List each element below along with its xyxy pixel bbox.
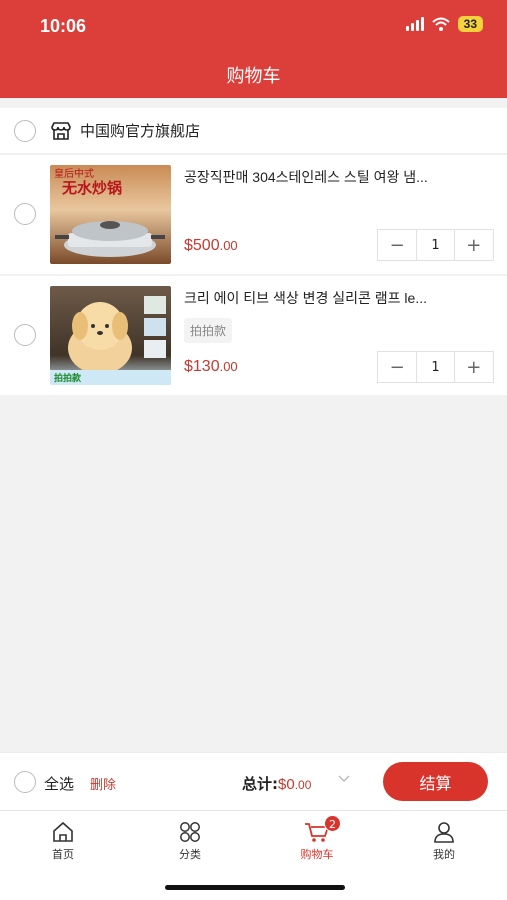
- price-decimal: .00: [219, 359, 238, 374]
- category-icon: [180, 822, 200, 842]
- tab-home[interactable]: 首页: [18, 821, 108, 862]
- shop-select-radio[interactable]: [14, 119, 36, 142]
- checkout-bar: 全选 删除 总计:$0.00 结算: [0, 752, 507, 810]
- increment-button[interactable]: +: [455, 352, 493, 382]
- increment-button[interactable]: +: [455, 230, 493, 260]
- tab-category[interactable]: 分类: [145, 821, 235, 862]
- status-time: 10:06: [40, 16, 87, 36]
- cart-item: 拍拍款 크리 에이 티브 색상 변경 실리콘 램프 le... 拍拍款 $130…: [0, 276, 507, 395]
- price-main: $500: [184, 237, 220, 254]
- decrement-button[interactable]: −: [378, 230, 416, 260]
- total-label: 总计:: [242, 775, 278, 793]
- home-icon: [53, 821, 73, 842]
- shop-name[interactable]: 中国购官方旗舰店: [80, 120, 200, 141]
- item-title[interactable]: 크리 에이 티브 색상 변경 실리콘 램프 le...: [184, 288, 490, 308]
- home-indicator: [165, 885, 345, 890]
- price-decimal: .00: [219, 238, 238, 253]
- quantity-value[interactable]: 1: [416, 352, 455, 382]
- lamp-image: 拍拍款: [50, 296, 171, 385]
- price-main: $130: [184, 358, 220, 375]
- total-summary: 总计:$0.00: [242, 773, 311, 794]
- product-image[interactable]: 皇后中式 无水炒锅: [50, 165, 171, 264]
- tab-label: 分类: [179, 848, 201, 861]
- decrement-button[interactable]: −: [378, 352, 416, 382]
- item-select-radio[interactable]: [14, 324, 36, 346]
- item-select-radio[interactable]: [14, 203, 36, 225]
- variant-tag[interactable]: 拍拍款: [184, 318, 233, 343]
- tab-profile[interactable]: 我的: [399, 821, 489, 862]
- product-image-text-2: 无水炒锅: [61, 179, 122, 197]
- shop-row: 中国购官方旗舰店: [0, 108, 507, 154]
- cart-item: 皇后中式 无水炒锅 공장직판매 304스테인레스 스틸 여왕 냄... $500…: [0, 155, 507, 274]
- app-header: 10:06 33 购物车: [0, 0, 507, 98]
- wifi-icon: [431, 17, 450, 31]
- battery-indicator: 33: [457, 16, 483, 32]
- tab-label: 首页: [52, 848, 74, 861]
- tab-cart[interactable]: 购物车 2: [272, 815, 362, 862]
- delete-button[interactable]: 删除: [90, 774, 116, 793]
- cart-count-badge: 2: [324, 815, 341, 832]
- profile-icon: [434, 822, 454, 843]
- total-amount: $0: [278, 776, 295, 793]
- tab-label: 购物车: [300, 848, 334, 861]
- product-image-text-1: 拍拍款: [54, 372, 82, 384]
- quantity-stepper: − 1 +: [377, 351, 494, 383]
- signal-icon: [405, 17, 424, 31]
- item-price: $500.00: [184, 237, 238, 255]
- total-decimal: .00: [294, 778, 312, 792]
- product-image[interactable]: 拍拍款: [50, 286, 171, 385]
- chevron-down-icon[interactable]: [338, 772, 350, 786]
- select-all-radio[interactable]: [14, 771, 36, 793]
- status-icons: 33: [405, 16, 483, 32]
- select-all-label[interactable]: 全选: [44, 773, 74, 794]
- store-icon: [51, 121, 71, 140]
- page-title: 购物车: [226, 66, 281, 87]
- quantity-stepper: − 1 +: [377, 229, 494, 261]
- tab-label: 我的: [433, 848, 455, 861]
- quantity-value[interactable]: 1: [416, 230, 455, 260]
- item-price: $130.00: [184, 358, 238, 376]
- checkout-button[interactable]: 结算: [383, 762, 488, 801]
- item-title[interactable]: 공장직판매 304스테인레스 스틸 여왕 냄...: [184, 167, 490, 187]
- wok-image: 皇后中式 无水炒锅: [54, 167, 165, 257]
